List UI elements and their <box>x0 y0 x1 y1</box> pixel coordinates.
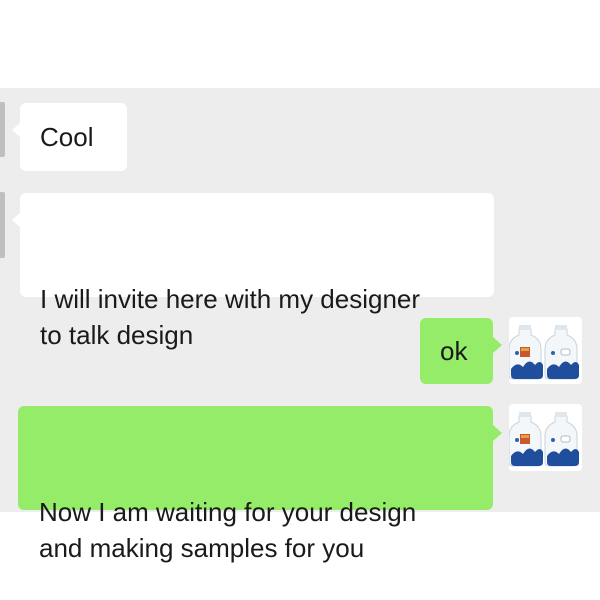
bottles-avatar-icon[interactable] <box>509 317 582 384</box>
outgoing-message-bubble[interactable]: ok <box>420 318 502 384</box>
bubble-tail <box>12 122 21 138</box>
chat-message-list[interactable]: Cool I will invite here with my designer… <box>0 88 600 563</box>
incoming-message-bubble[interactable]: Cool <box>12 103 127 171</box>
message-text: Cool <box>40 122 94 152</box>
chat-screen: Cool I will invite here with my designer… <box>0 0 600 600</box>
bottles-avatar-icon[interactable] <box>509 404 582 471</box>
bubble-tail <box>493 425 502 441</box>
bubble-tail <box>493 337 502 353</box>
incoming-message-bubble[interactable]: I will invite here with my designer to t… <box>12 193 494 350</box>
sender-avatar-edge[interactable] <box>0 102 5 157</box>
outgoing-message-bubble[interactable]: Now I am waiting for your design and mak… <box>18 406 502 563</box>
message-text: ok <box>440 336 468 366</box>
message-text: Now I am waiting for your design and mak… <box>39 497 417 563</box>
sender-avatar-edge[interactable] <box>0 192 5 258</box>
bubble-tail <box>12 212 21 228</box>
